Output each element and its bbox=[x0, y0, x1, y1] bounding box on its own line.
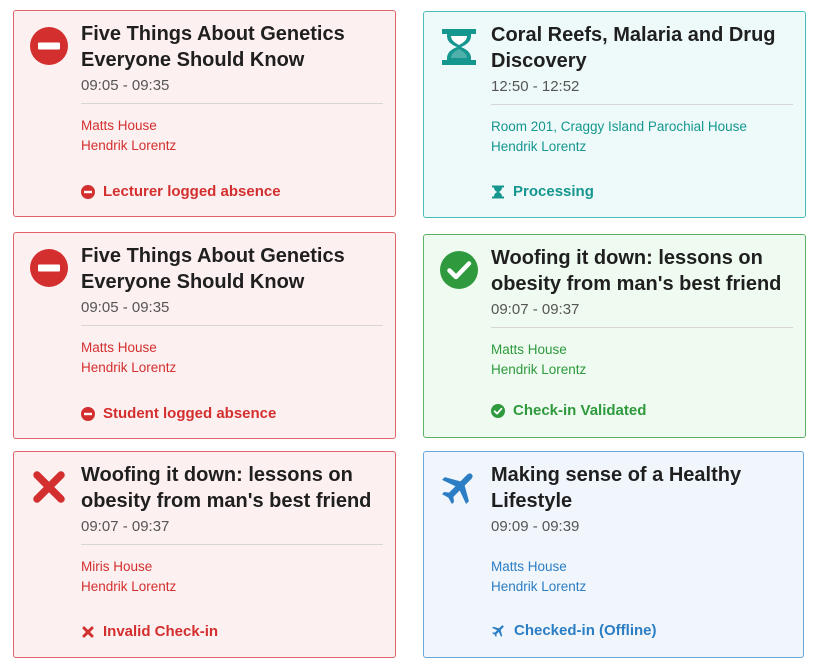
divider bbox=[81, 103, 383, 104]
hourglass-icon bbox=[439, 27, 479, 67]
check-circle-icon bbox=[491, 403, 505, 418]
status-badge: Student logged absence bbox=[81, 405, 276, 422]
status-text: Student logged absence bbox=[103, 405, 277, 422]
divider bbox=[491, 104, 793, 105]
status-badge: Lecturer logged absence bbox=[81, 183, 281, 200]
session-time: 12:50 - 12:52 bbox=[491, 78, 580, 95]
status-text: Checked-in (Offline) bbox=[514, 622, 657, 639]
no-entry-icon bbox=[81, 406, 95, 421]
divider bbox=[81, 544, 383, 545]
session-time: 09:09 - 09:39 bbox=[491, 518, 580, 535]
x-icon bbox=[81, 625, 95, 639]
session-time: 09:07 - 09:37 bbox=[81, 518, 170, 535]
session-card-lecturer-absence[interactable]: Five Things About Genetics Everyone Shou… bbox=[13, 10, 396, 217]
session-card-invalid[interactable]: Woofing it down: lessons on obesity from… bbox=[13, 451, 396, 658]
session-location: Miris House bbox=[81, 559, 153, 574]
session-location: Matts House bbox=[81, 118, 157, 133]
airplane-icon bbox=[439, 467, 479, 507]
session-card-validated[interactable]: Woofing it down: lessons on obesity from… bbox=[423, 234, 806, 438]
session-time: 09:07 - 09:37 bbox=[491, 301, 580, 318]
session-title: Making sense of a Healthy Lifestyle bbox=[491, 464, 742, 512]
no-entry-icon bbox=[29, 26, 69, 66]
session-title: Woofing it down: lessons on obesity from… bbox=[491, 247, 782, 295]
session-card-processing[interactable]: Coral Reefs, Malaria and Drug Discovery … bbox=[423, 11, 806, 218]
status-text: Lecturer logged absence bbox=[103, 183, 281, 200]
session-time: 09:05 - 09:35 bbox=[81, 77, 170, 94]
session-title: Five Things About Genetics Everyone Shou… bbox=[81, 23, 345, 71]
status-badge: Checked-in (Offline) bbox=[491, 622, 657, 639]
divider bbox=[491, 327, 793, 328]
no-entry-icon bbox=[81, 184, 95, 199]
status-badge: Invalid Check-in bbox=[81, 623, 218, 640]
session-location: Matts House bbox=[491, 342, 567, 357]
session-location: Room 201, Craggy Island Parochial House bbox=[491, 119, 747, 134]
airplane-icon bbox=[491, 623, 506, 638]
session-lecturer: Hendrik Lorentz bbox=[81, 138, 177, 153]
check-circle-icon bbox=[439, 250, 479, 290]
session-lecturer: Hendrik Lorentz bbox=[81, 579, 177, 594]
session-lecturer: Hendrik Lorentz bbox=[491, 362, 587, 377]
hourglass-icon bbox=[491, 185, 505, 199]
no-entry-icon bbox=[29, 248, 69, 288]
session-lecturer: Hendrik Lorentz bbox=[491, 579, 587, 594]
session-location: Matts House bbox=[81, 340, 157, 355]
status-text: Check-in Validated bbox=[513, 402, 647, 419]
status-badge: Check-in Validated bbox=[491, 402, 646, 419]
status-text: Invalid Check-in bbox=[103, 623, 219, 640]
status-badge: Processing bbox=[491, 183, 594, 200]
session-title: Coral Reefs, Malaria and Drug Discovery bbox=[491, 24, 776, 72]
session-time: 09:05 - 09:35 bbox=[81, 299, 170, 316]
session-location: Matts House bbox=[491, 559, 567, 574]
status-text: Processing bbox=[513, 183, 594, 200]
divider bbox=[81, 325, 383, 326]
session-lecturer: Hendrik Lorentz bbox=[491, 139, 587, 154]
session-card-offline[interactable]: Making sense of a Healthy Lifestyle 09:0… bbox=[423, 451, 804, 658]
session-card-student-absence[interactable]: Five Things About Genetics Everyone Shou… bbox=[13, 232, 396, 439]
session-title: Woofing it down: lessons on obesity from… bbox=[81, 464, 372, 512]
x-icon bbox=[29, 467, 69, 507]
session-lecturer: Hendrik Lorentz bbox=[81, 360, 177, 375]
session-title: Five Things About Genetics Everyone Shou… bbox=[81, 245, 345, 293]
